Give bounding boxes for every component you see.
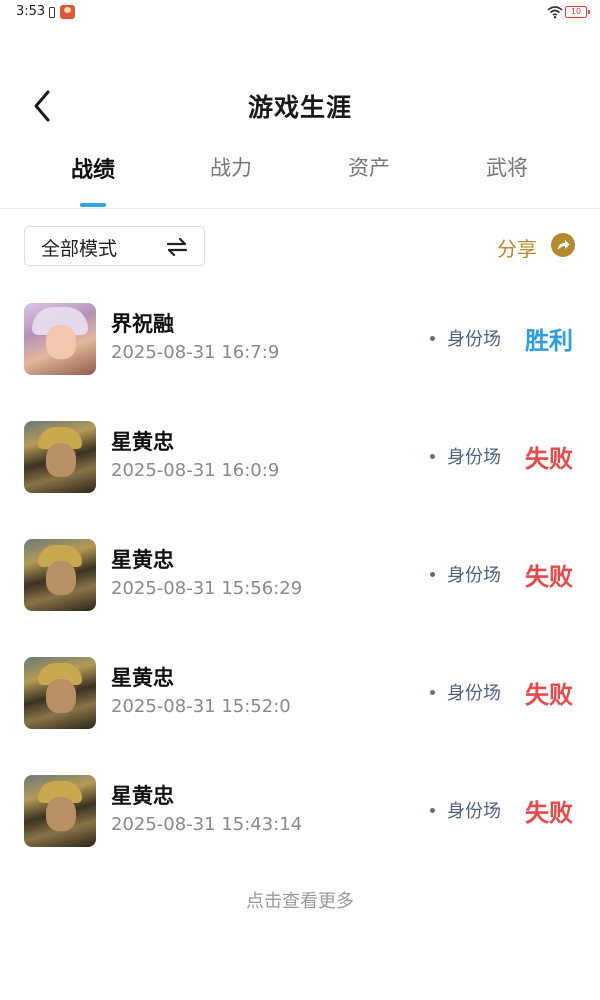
match-time: 2025-08-31 15:52:0 xyxy=(111,696,291,717)
tab-assets[interactable]: 资产 xyxy=(299,152,439,182)
status-time: 3:53 xyxy=(16,4,46,19)
hero-name: 界祝融 xyxy=(111,312,174,336)
swap-arrows-icon xyxy=(166,237,188,257)
match-result: 失败 xyxy=(525,799,573,827)
match-mode: 身份场 xyxy=(447,565,501,586)
match-record[interactable]: 星黄忠 2025-08-31 15:52:0 身份场 失败 xyxy=(0,657,600,729)
load-more-link[interactable]: 点击查看更多 xyxy=(0,887,600,913)
hero-avatar xyxy=(24,421,96,493)
match-result: 失败 xyxy=(525,445,573,473)
app-notification-icon xyxy=(60,5,75,19)
status-bar: 3:53 10 xyxy=(0,0,600,26)
tab-record[interactable]: 战绩 xyxy=(23,152,163,184)
tab-power[interactable]: 战力 xyxy=(161,152,301,182)
match-mode: 身份场 xyxy=(447,329,501,350)
wifi-icon xyxy=(547,6,563,19)
bullet-dot xyxy=(430,572,435,577)
divider xyxy=(0,208,600,209)
match-result: 胜利 xyxy=(525,327,573,355)
hero-avatar xyxy=(24,539,96,611)
hero-avatar xyxy=(24,303,96,375)
share-label: 分享 xyxy=(497,237,537,261)
battery-icon: 10 xyxy=(565,6,590,18)
match-mode: 身份场 xyxy=(447,801,501,822)
match-record[interactable]: 星黄忠 2025-08-31 16:0:9 身份场 失败 xyxy=(0,421,600,493)
match-record[interactable]: 星黄忠 2025-08-31 15:43:14 身份场 失败 xyxy=(0,775,600,847)
match-mode: 身份场 xyxy=(447,447,501,468)
share-arrow-icon xyxy=(551,233,575,257)
tab-generals[interactable]: 武将 xyxy=(437,152,577,182)
match-record[interactable]: 界祝融 2025-08-31 16:7:9 身份场 胜利 xyxy=(0,303,600,375)
tab-bar: 战绩 战力 资产 武将 xyxy=(0,152,600,208)
page-title: 游戏生涯 xyxy=(247,93,352,122)
match-mode: 身份场 xyxy=(447,683,501,704)
hero-name: 星黄忠 xyxy=(111,548,174,572)
match-result: 失败 xyxy=(525,563,573,591)
match-time: 2025-08-31 16:0:9 xyxy=(111,460,280,481)
bullet-dot xyxy=(430,454,435,459)
hero-avatar xyxy=(24,775,96,847)
match-time: 2025-08-31 16:7:9 xyxy=(111,342,280,363)
tab-indicator xyxy=(80,203,106,207)
hero-avatar xyxy=(24,657,96,729)
match-time: 2025-08-31 15:43:14 xyxy=(111,814,303,835)
hero-name: 星黄忠 xyxy=(111,430,174,454)
battery-saver-icon xyxy=(49,7,55,18)
hero-name: 星黄忠 xyxy=(111,784,174,808)
share-button[interactable]: 分享 xyxy=(497,232,579,262)
bullet-dot xyxy=(430,690,435,695)
hero-name: 星黄忠 xyxy=(111,666,174,690)
match-result: 失败 xyxy=(525,681,573,709)
match-record[interactable]: 星黄忠 2025-08-31 15:56:29 身份场 失败 xyxy=(0,539,600,611)
mode-filter-select[interactable]: 全部模式 xyxy=(24,226,205,266)
bullet-dot xyxy=(430,336,435,341)
mode-filter-label: 全部模式 xyxy=(41,238,118,260)
match-time: 2025-08-31 15:56:29 xyxy=(111,578,303,599)
bullet-dot xyxy=(430,808,435,813)
